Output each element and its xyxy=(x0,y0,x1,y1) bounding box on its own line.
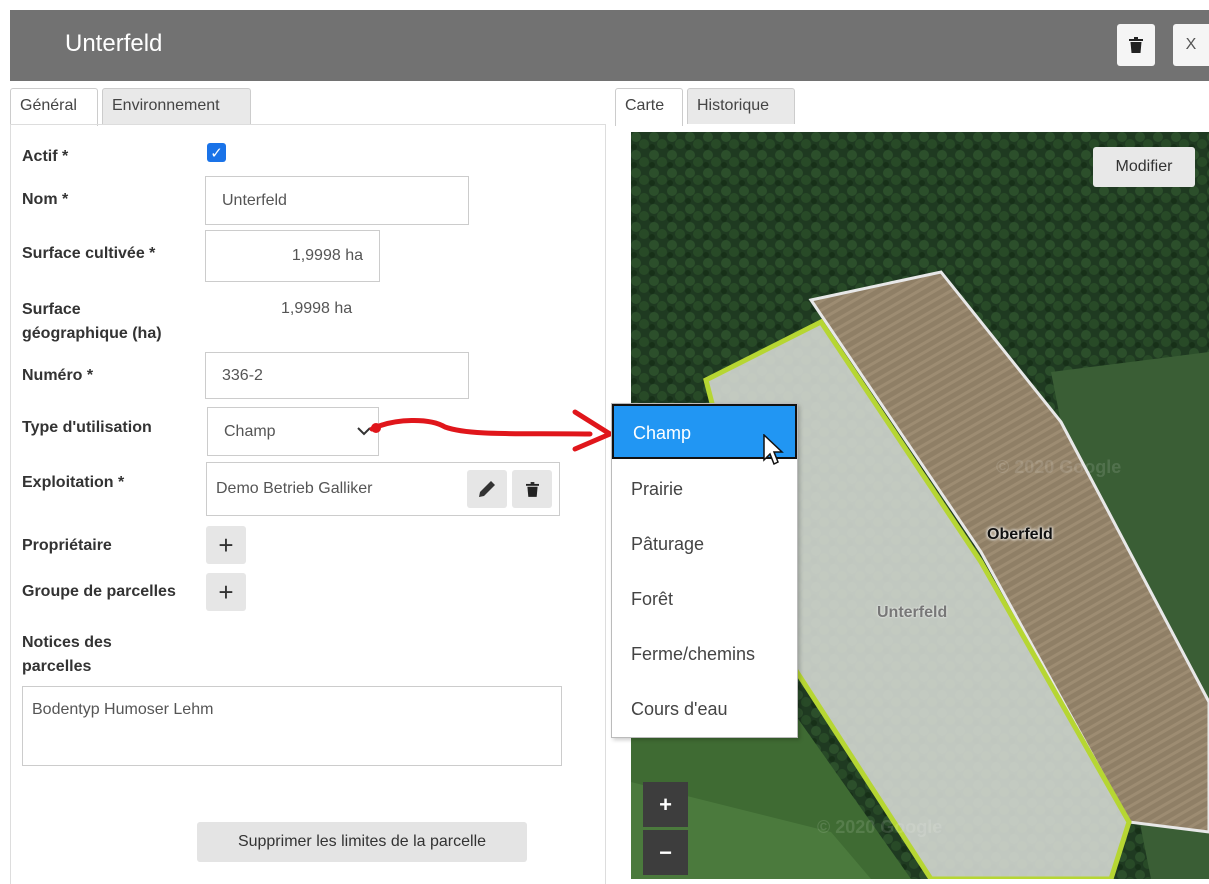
option-label: Prairie xyxy=(631,479,684,499)
option-paturage[interactable]: Pâturage xyxy=(612,517,797,572)
option-prairie[interactable]: Prairie xyxy=(612,462,797,517)
annotation-arrow xyxy=(369,409,613,452)
option-foret[interactable]: Forêt xyxy=(612,572,797,627)
option-label: Ferme/chemins xyxy=(631,644,756,664)
option-label: Pâturage xyxy=(631,534,705,554)
option-label: Champ xyxy=(633,423,692,443)
option-champ[interactable]: Champ xyxy=(612,404,797,466)
option-label: Forêt xyxy=(631,589,674,609)
option-cours-deau[interactable]: Cours d'eau xyxy=(612,682,797,737)
type-utilisation-dropdown: Champ Prairie Pâturage Forêt Ferme/chemi… xyxy=(611,403,798,738)
option-ferme-chemins[interactable]: Ferme/chemins xyxy=(612,627,797,682)
option-label: Cours d'eau xyxy=(631,699,728,719)
